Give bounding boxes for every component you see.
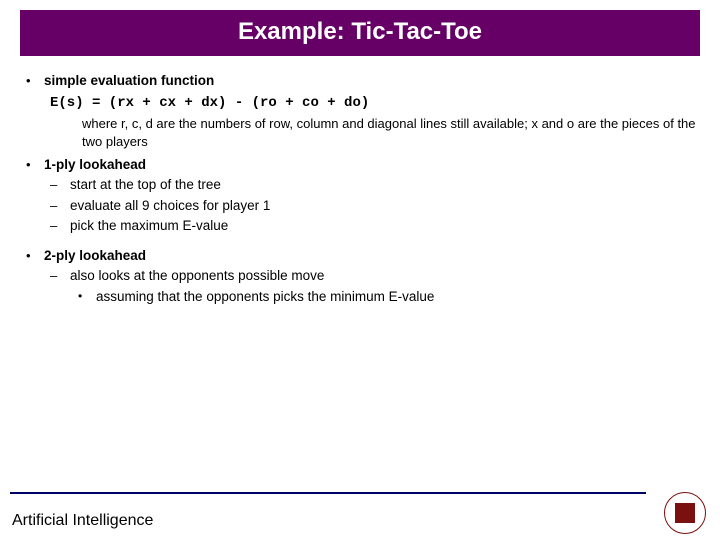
footer: Artificial Intelligence [0,484,720,540]
bullet-dot-icon: • [20,156,44,174]
dash-icon: – [50,217,70,235]
heading-eval: simple evaluation function [44,72,700,90]
formula-text: E(s) = (rx + cx + dx) - (ro + co + do) [50,94,700,113]
dash-icon: – [50,197,70,215]
heading-1ply: 1-ply lookahead [44,156,700,174]
formula-explain: where r, c, d are the numbers of row, co… [82,115,700,150]
bullet-level1: • simple evaluation function [20,72,700,90]
dash-icon: – [50,176,70,194]
bullet-level1: • 2-ply lookahead [20,247,700,265]
footer-divider [10,492,646,494]
bullet-level2: – also looks at the opponents possible m… [50,267,700,285]
slide-title: Example: Tic-Tac-Toe [20,10,700,56]
bullet-level2: – start at the top of the tree [50,176,700,194]
sub-item: also looks at the opponents possible mov… [70,267,700,285]
logo-inner-icon [675,503,695,523]
footer-text: Artificial Intelligence [12,512,153,530]
bullet-dot-icon: • [78,288,96,306]
logo-seal-icon [664,492,706,534]
bullet-level1: • 1-ply lookahead [20,156,700,174]
sub-item: evaluate all 9 choices for player 1 [70,197,700,215]
subsub-item: assuming that the opponents picks the mi… [96,288,700,306]
heading-2ply: 2-ply lookahead [44,247,700,265]
bullet-level3: • assuming that the opponents picks the … [78,288,700,306]
bullet-dot-icon: • [20,72,44,90]
slide-content: • simple evaluation function E(s) = (rx … [0,56,720,540]
slide: Example: Tic-Tac-Toe • simple evaluation… [0,0,720,540]
sub-item: start at the top of the tree [70,176,700,194]
sub-item: pick the maximum E-value [70,217,700,235]
bullet-level2: – evaluate all 9 choices for player 1 [50,197,700,215]
bullet-level2: – pick the maximum E-value [50,217,700,235]
bullet-dot-icon: • [20,247,44,265]
dash-icon: – [50,267,70,285]
